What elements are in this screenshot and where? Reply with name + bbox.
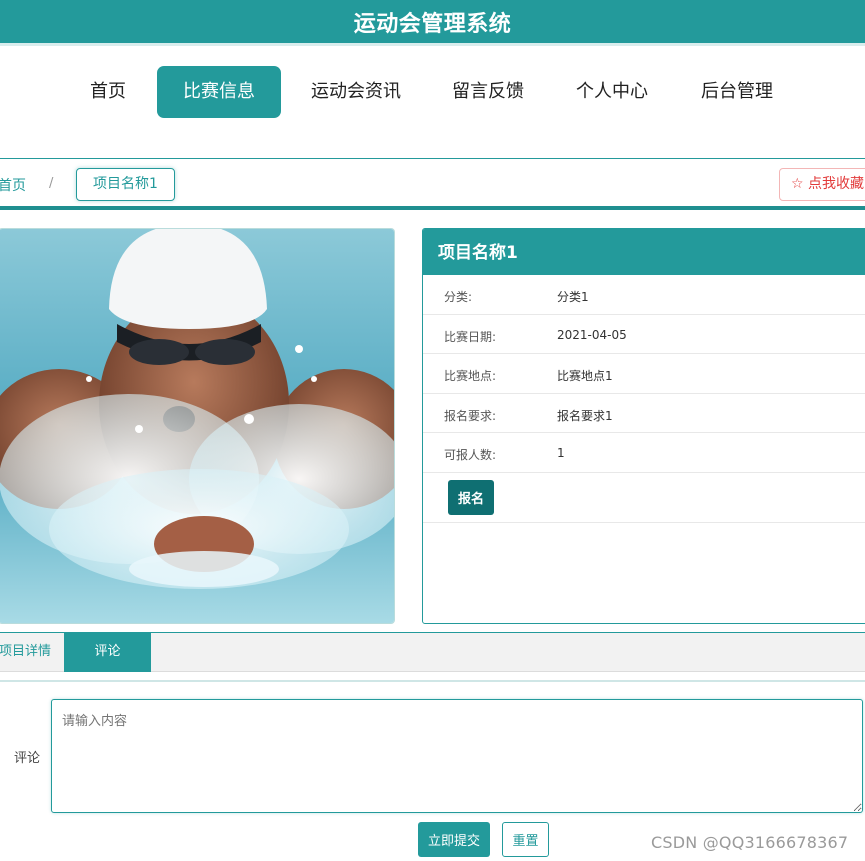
- detail-row-location: 比赛地点: 比赛地点1: [423, 354, 865, 394]
- detail-value: 分类1: [557, 290, 589, 304]
- nav-item-sports-news[interactable]: 运动会资讯: [306, 66, 406, 118]
- detail-title: 项目名称1: [423, 229, 865, 275]
- detail-row-category: 分类: 分类1: [423, 275, 865, 315]
- divider: [0, 680, 865, 682]
- detail-label: 比赛地点:: [444, 369, 497, 383]
- favorite-button[interactable]: ☆ 点我收藏: [779, 168, 865, 201]
- top-header: 运动会管理系统: [0, 0, 865, 46]
- breadcrumb-home-link[interactable]: 首页: [0, 175, 26, 195]
- detail-label: 比赛日期:: [444, 329, 497, 344]
- breadcrumb-separator: /: [49, 176, 54, 191]
- watermark: CSDN @QQ3166678367: [651, 833, 849, 852]
- reset-button[interactable]: 重置: [502, 822, 549, 857]
- detail-value: 比赛地点1: [557, 369, 613, 383]
- nav-item-home[interactable]: 首页: [86, 66, 130, 118]
- comment-label: 评论: [14, 751, 41, 766]
- signup-row: 报名: [423, 473, 865, 523]
- detail-value: 报名要求1: [557, 408, 613, 423]
- breadcrumb: 首页 / 项目名称1 ☆ 点我收藏: [0, 158, 865, 210]
- main-nav: 首页 比赛信息 运动会资讯 留言反馈 个人中心 后台管理: [0, 46, 865, 158]
- detail-row-capacity: 可报人数: 1: [423, 433, 865, 473]
- detail-label: 分类:: [444, 290, 473, 304]
- submit-button[interactable]: 立即提交: [418, 822, 490, 857]
- detail-tabs: 项目详情 评论: [0, 632, 865, 672]
- signup-button[interactable]: 报名: [448, 479, 494, 515]
- detail-row-date: 比赛日期: 2021-04-05: [423, 315, 865, 354]
- detail-value: 2021-04-05: [557, 327, 627, 342]
- nav-item-feedback[interactable]: 留言反馈: [448, 66, 528, 118]
- nav-item-personal-center[interactable]: 个人中心: [572, 66, 652, 118]
- detail-label: 报名要求:: [444, 408, 497, 423]
- tab-project-details[interactable]: 项目详情: [0, 633, 64, 672]
- detail-label: 可报人数:: [444, 448, 497, 462]
- competition-detail-panel: 项目名称1 分类: 分类1 比赛日期: 2021-04-05 比赛地点: 比赛地…: [422, 228, 865, 624]
- breadcrumb-current: 项目名称1: [76, 168, 175, 201]
- nav-item-competition-info[interactable]: 比赛信息: [157, 66, 281, 118]
- nav-item-admin[interactable]: 后台管理: [697, 66, 777, 118]
- app-title: 运动会管理系统: [353, 12, 512, 37]
- tab-comments[interactable]: 评论: [64, 633, 151, 672]
- detail-value: 1: [557, 446, 565, 460]
- competition-photo: [0, 228, 395, 624]
- detail-row-requirements: 报名要求: 报名要求1: [423, 394, 865, 433]
- comment-input[interactable]: [51, 699, 863, 813]
